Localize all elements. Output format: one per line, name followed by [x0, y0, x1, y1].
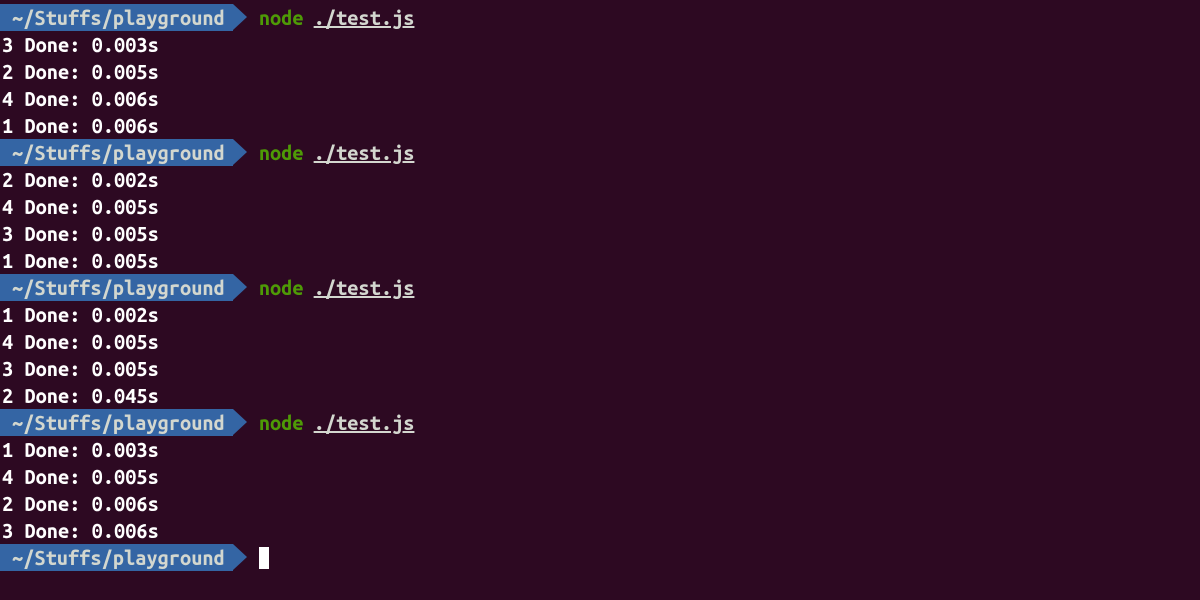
- output-line: 4 Done: 0.006s: [0, 85, 1200, 112]
- cursor: [259, 547, 269, 569]
- output-line: 3 Done: 0.005s: [0, 220, 1200, 247]
- output-line: 2 Done: 0.045s: [0, 382, 1200, 409]
- prompt-line[interactable]: ~/Stuffs/playground node ./test.js: [0, 4, 1200, 31]
- prompt: ~/Stuffs/playground: [0, 544, 233, 571]
- output-line: 4 Done: 0.005s: [0, 328, 1200, 355]
- output-line: 4 Done: 0.005s: [0, 463, 1200, 490]
- prompt-path: ~/Stuffs/playground: [0, 4, 233, 31]
- prompt: ~/Stuffs/playground: [0, 409, 233, 436]
- prompt: ~/Stuffs/playground: [0, 274, 233, 301]
- output-line: 3 Done: 0.006s: [0, 517, 1200, 544]
- command: node ./test.js: [259, 139, 415, 166]
- output-line: 3 Done: 0.003s: [0, 31, 1200, 58]
- command: node ./test.js: [259, 274, 415, 301]
- command-executable: node: [259, 4, 304, 31]
- command-argument: ./test.js: [314, 409, 415, 436]
- command: node ./test.js: [259, 409, 415, 436]
- prompt-line[interactable]: ~/Stuffs/playground node ./test.js: [0, 139, 1200, 166]
- prompt: ~/Stuffs/playground: [0, 4, 233, 31]
- prompt-path: ~/Stuffs/playground: [0, 274, 233, 301]
- output-line: 1 Done: 0.005s: [0, 247, 1200, 274]
- prompt-line[interactable]: ~/Stuffs/playground node ./test.js: [0, 409, 1200, 436]
- prompt: ~/Stuffs/playground: [0, 139, 233, 166]
- output-line: 2 Done: 0.005s: [0, 58, 1200, 85]
- output-line: 4 Done: 0.005s: [0, 193, 1200, 220]
- output-line: 1 Done: 0.003s: [0, 436, 1200, 463]
- terminal-window[interactable]: ~/Stuffs/playgroundnode./test.js3 Done: …: [0, 4, 1200, 571]
- prompt-path: ~/Stuffs/playground: [0, 409, 233, 436]
- prompt-path: ~/Stuffs/playground: [0, 544, 233, 571]
- command: node ./test.js: [259, 4, 415, 31]
- output-line: 2 Done: 0.006s: [0, 490, 1200, 517]
- prompt-line[interactable]: ~/Stuffs/playground node ./test.js: [0, 274, 1200, 301]
- prompt-line[interactable]: ~/Stuffs/playground: [0, 544, 1200, 571]
- command-executable: node: [259, 274, 304, 301]
- command-executable: node: [259, 409, 304, 436]
- output-line: 2 Done: 0.002s: [0, 166, 1200, 193]
- command-argument: ./test.js: [314, 4, 415, 31]
- command-executable: node: [259, 139, 304, 166]
- command-argument: ./test.js: [314, 139, 415, 166]
- output-line: 3 Done: 0.005s: [0, 355, 1200, 382]
- prompt-path: ~/Stuffs/playground: [0, 139, 233, 166]
- command-argument: ./test.js: [314, 274, 415, 301]
- output-line: 1 Done: 0.006s: [0, 112, 1200, 139]
- output-line: 1 Done: 0.002s: [0, 301, 1200, 328]
